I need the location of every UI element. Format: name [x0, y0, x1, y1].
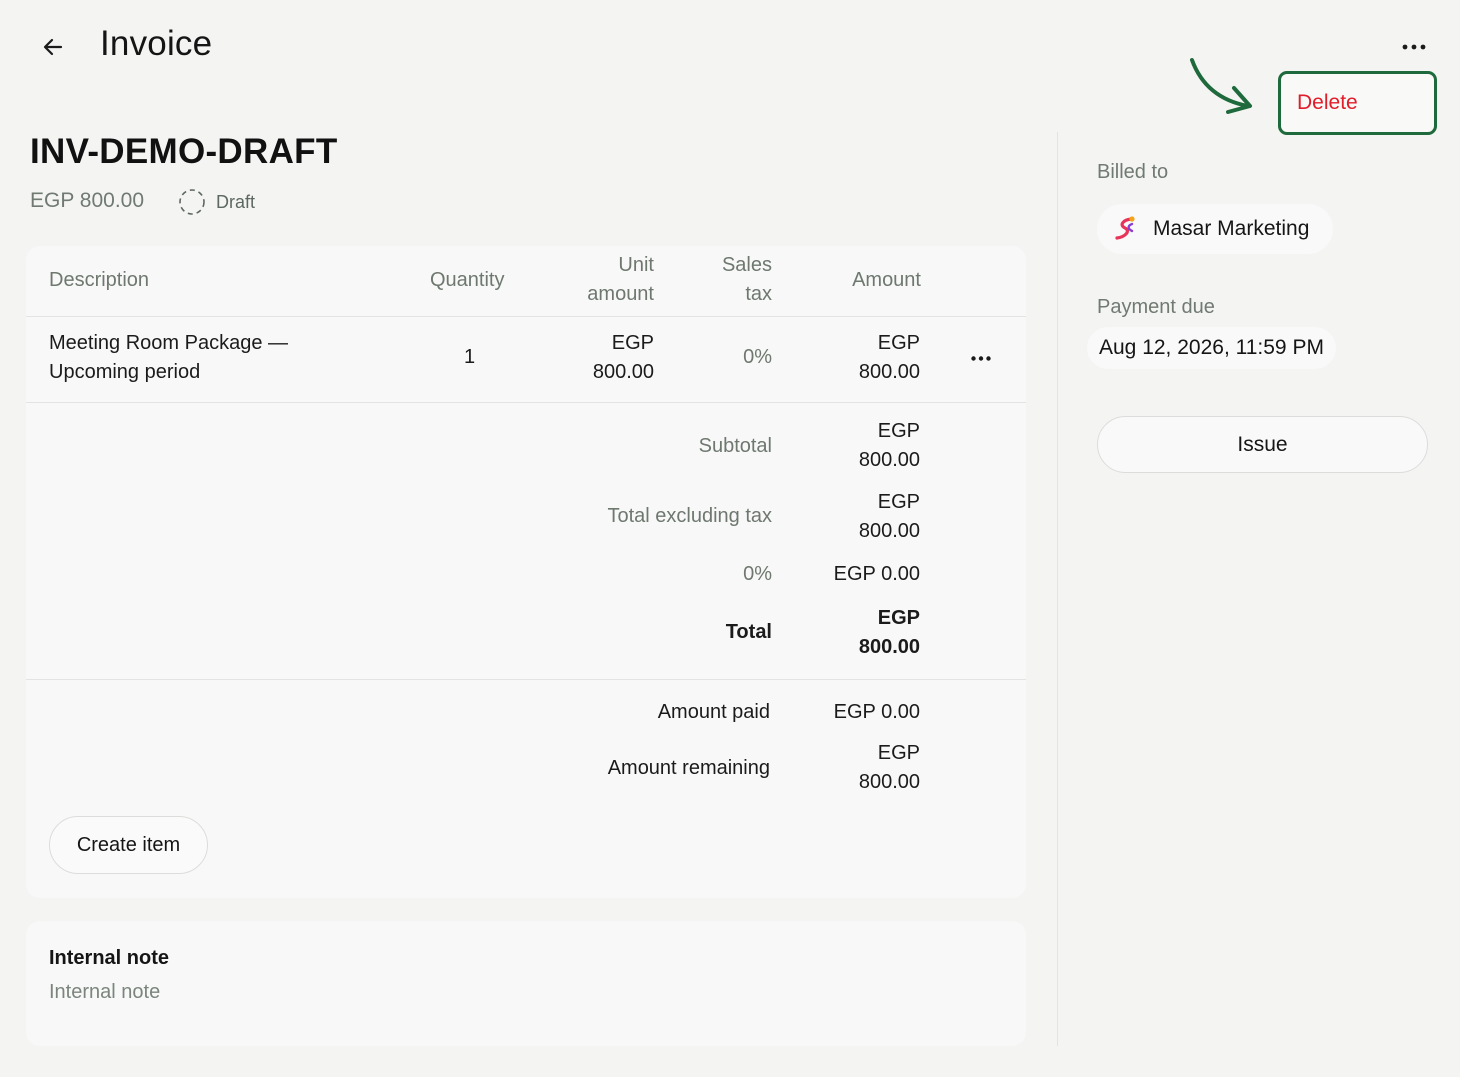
tax-value: EGP 0.00 [833, 563, 920, 585]
page-title: Invoice [100, 24, 213, 63]
column-header-amount: Amount [852, 269, 921, 291]
tax-rate-label: 0% [743, 563, 772, 585]
column-header-sales-tax: Sales tax [721, 254, 772, 305]
dashed-circle-icon [179, 189, 205, 215]
subtotal-label: Subtotal [698, 435, 772, 457]
create-item-button[interactable]: Create item [49, 816, 208, 874]
internal-note-card: Internal note Internal note [26, 921, 1026, 1046]
amount-paid-label: Amount paid [657, 701, 770, 723]
annotation-arrow-icon [1190, 58, 1252, 114]
item-quantity: 1 [464, 346, 476, 368]
total-value: EGP 800.00 [858, 607, 920, 658]
more-horizontal-icon [971, 355, 991, 361]
internal-note-input[interactable]: Internal note [49, 981, 549, 1004]
row-divider [26, 402, 1026, 403]
masar-logo-icon [1115, 216, 1135, 240]
line-items-card: Description Quantity Unit amount Sales tax… [26, 246, 1026, 898]
amount-paid-value: EGP 0.00 [833, 701, 920, 723]
amount-remaining-label: Amount remaining [607, 757, 770, 779]
payment-due-value[interactable]: Aug 12, 2026, 11:59 PM [1087, 327, 1336, 369]
header-divider [26, 316, 1026, 317]
totals-divider [26, 679, 1026, 680]
column-header-unit-amount: Unit amount [587, 254, 654, 305]
item-amount: EGP 800.00 [858, 332, 920, 383]
invoice-number: INV-DEMO-DRAFT [30, 132, 338, 171]
internal-note-title: Internal note [49, 947, 170, 969]
column-header-quantity: Quantity [430, 269, 505, 291]
status-badge: Draft [178, 188, 255, 216]
arrow-left-icon [43, 38, 63, 56]
delete-button[interactable]: Delete [1278, 71, 1437, 135]
more-options-button[interactable] [1396, 34, 1432, 60]
sidebar-divider [1057, 132, 1058, 1046]
customer-name: Masar Marketing [1153, 217, 1310, 240]
issue-button[interactable]: Issue [1097, 416, 1428, 473]
more-horizontal-icon [1402, 44, 1426, 50]
payment-due-label: Payment due [1097, 296, 1215, 318]
status-label: Draft [216, 191, 256, 212]
customer-chip[interactable]: Masar Marketing [1097, 204, 1333, 254]
total-label: Total [725, 621, 772, 643]
subtotal-value: EGP 800.00 [858, 420, 920, 471]
item-description: Meeting Room Package — Upcoming period [49, 332, 289, 383]
item-unit-amount: EGP 800.00 [592, 332, 654, 383]
billed-to-label: Billed to [1097, 161, 1169, 183]
amount-remaining-value: EGP 800.00 [858, 742, 920, 793]
row-more-button[interactable] [966, 346, 996, 370]
excl-tax-value: EGP 800.00 [858, 491, 920, 542]
invoice-amount: EGP 800.00 [30, 189, 145, 212]
item-sales-tax: 0% [743, 346, 772, 368]
back-button[interactable] [36, 30, 70, 64]
excl-tax-label: Total excluding tax [607, 505, 772, 527]
invoice-page: Invoice Delete INV-DEMO-DRAFT EGP 800.00… [0, 0, 1460, 1077]
column-header-description: Description [49, 269, 150, 291]
